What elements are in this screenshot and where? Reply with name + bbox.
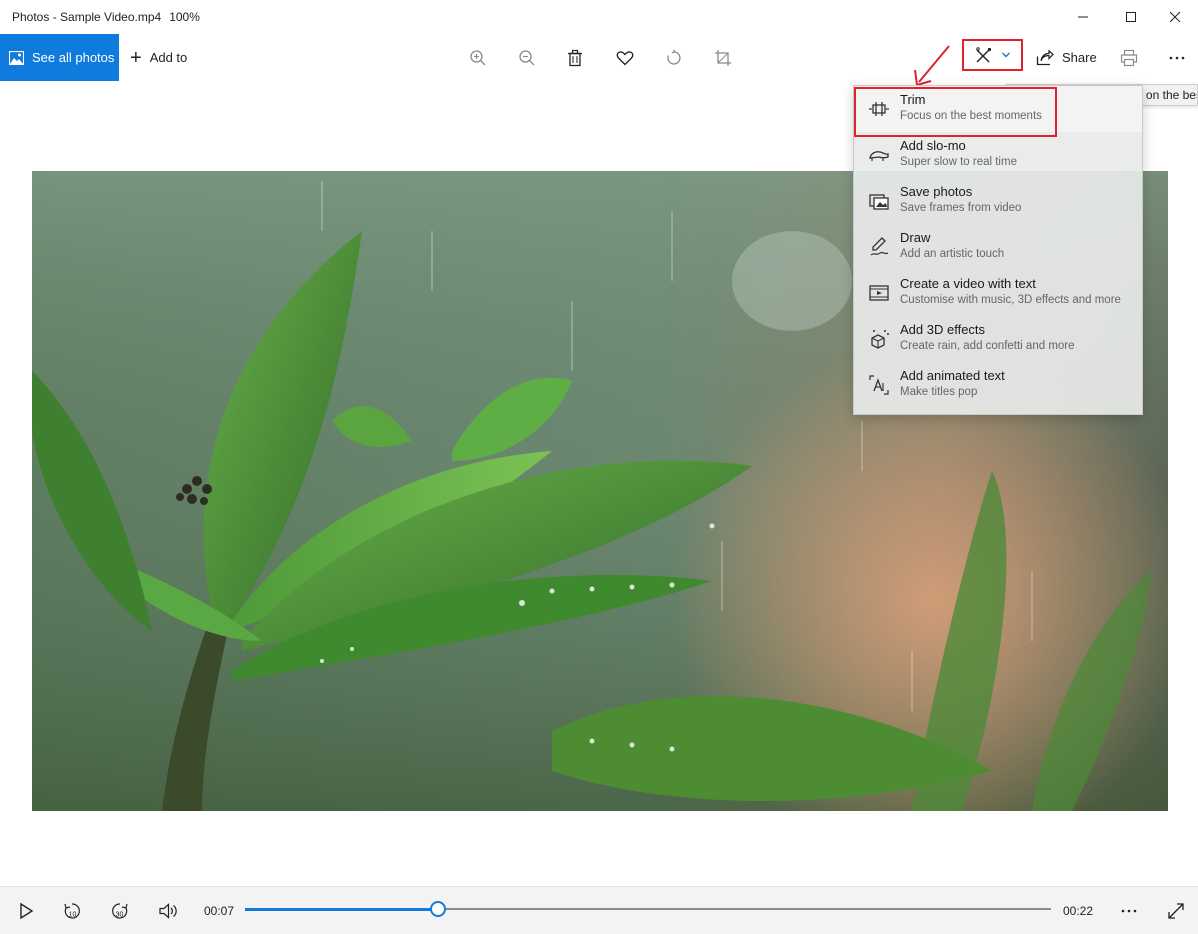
window-title: Photos - Sample Video.mp4 100%: [12, 10, 200, 24]
3d-effects-icon: [868, 328, 890, 350]
minimize-icon: [1078, 16, 1088, 18]
share-label: Share: [1062, 50, 1097, 65]
zoom-in-icon: [470, 50, 486, 66]
menu-item-title: Trim: [900, 92, 926, 107]
zoom-out-icon: [519, 50, 535, 66]
play-button[interactable]: [14, 899, 38, 923]
seek-bar-thumb[interactable]: [430, 901, 447, 917]
close-icon: [1169, 11, 1181, 23]
more-options-button[interactable]: [1164, 45, 1190, 71]
menu-item-subtitle: Focus on the best moments: [900, 110, 1042, 122]
volume-button[interactable]: [156, 899, 180, 923]
total-time: 00:22: [1063, 904, 1094, 918]
rotate-icon: [667, 49, 681, 65]
more-icon: [1169, 56, 1185, 60]
menu-item-subtitle: Make titles pop: [900, 386, 978, 398]
video-text-icon: [868, 282, 890, 304]
forward-seconds: 30: [116, 912, 124, 919]
menu-item-title: Draw: [900, 230, 931, 245]
playback-bar: 10 30 00:07 00:22: [0, 886, 1198, 934]
delete-button[interactable]: [562, 45, 588, 71]
share-button[interactable]: Share: [1036, 34, 1097, 81]
slo-mo-icon: [868, 144, 890, 166]
chevron-down-icon: [1001, 52, 1010, 58]
minimize-button[interactable]: [1060, 0, 1106, 34]
seek-bar[interactable]: [245, 901, 1051, 917]
edit-create-button[interactable]: [962, 39, 1023, 71]
window-title-text: Photos - Sample Video.mp4: [12, 10, 162, 24]
menu-item-add-3d-effects[interactable]: Add 3D effects Create rain, add confetti…: [854, 316, 1142, 362]
fullscreen-button[interactable]: [1164, 899, 1188, 923]
more-icon: [1121, 909, 1137, 913]
rewind-icon: 10: [64, 903, 80, 919]
menu-item-subtitle: Customise with music, 3D effects and mor…: [900, 294, 1121, 306]
menu-item-title: Add 3D effects: [900, 322, 986, 337]
seek-bar-progress: [245, 907, 439, 911]
animated-text-icon: [868, 374, 890, 396]
current-time: 00:07: [204, 904, 235, 918]
trash-icon: [568, 49, 582, 67]
menu-item-subtitle: Super slow to real time: [900, 156, 1017, 168]
title-bar: Photos - Sample Video.mp4 100%: [0, 0, 1198, 34]
rewind-seconds: 10: [69, 912, 77, 919]
printer-icon: [1120, 49, 1138, 67]
edit-create-menu: Trim Focus on the best moments Add slo-m…: [853, 85, 1143, 415]
menu-item-subtitle: Add an artistic touch: [900, 248, 1005, 260]
menu-item-title: Add animated text: [900, 368, 1005, 383]
crop-icon: [715, 50, 731, 66]
crop-button[interactable]: [710, 45, 736, 71]
see-all-photos-button[interactable]: See all photos: [0, 34, 119, 81]
fast-forward-icon: 30: [112, 903, 128, 919]
favorite-button[interactable]: [612, 45, 638, 71]
menu-item-draw[interactable]: Draw Add an artistic touch: [854, 224, 1142, 270]
zoom-level: 100%: [169, 10, 200, 24]
toolbar: See all photos + Add to Share: [0, 34, 1198, 81]
play-icon: [20, 902, 34, 920]
playback-more-button[interactable]: [1117, 899, 1141, 923]
zoom-out-button[interactable]: [514, 45, 540, 71]
fast-forward-button[interactable]: 30: [108, 899, 132, 923]
edit-create-icon: [975, 47, 991, 63]
menu-item-add-slo-mo[interactable]: Add slo-mo Super slow to real time: [854, 132, 1142, 178]
menu-item-trim[interactable]: Trim Focus on the best moments: [854, 86, 1142, 132]
rotate-button[interactable]: [661, 45, 687, 71]
menu-item-title: Add slo-mo: [900, 138, 966, 153]
menu-item-create-video-with-text[interactable]: Create a video with text Customise with …: [854, 270, 1142, 316]
add-to-button[interactable]: + Add to: [130, 34, 187, 81]
maximize-button[interactable]: [1108, 0, 1154, 34]
menu-item-save-photos[interactable]: Save photos Save frames from video: [854, 178, 1142, 224]
see-all-photos-label: See all photos: [32, 50, 115, 65]
trim-icon: [868, 98, 890, 120]
print-button[interactable]: [1116, 45, 1142, 71]
fullscreen-icon: [1168, 903, 1184, 919]
share-icon: [1036, 49, 1054, 65]
photo-gallery-icon: [9, 50, 24, 65]
plus-icon: +: [130, 46, 142, 69]
menu-item-subtitle: Create rain, add confetti and more: [900, 340, 1075, 352]
menu-item-subtitle: Save frames from video: [900, 202, 1022, 214]
menu-item-add-animated-text[interactable]: Add animated text Make titles pop: [854, 362, 1142, 408]
menu-item-title: Create a video with text: [900, 276, 1036, 291]
close-button[interactable]: [1152, 0, 1198, 34]
volume-icon: [159, 903, 177, 919]
zoom-in-button[interactable]: [465, 45, 491, 71]
save-photos-icon: [868, 190, 890, 212]
rewind-button[interactable]: 10: [60, 899, 84, 923]
maximize-icon: [1126, 12, 1136, 22]
menu-item-title: Save photos: [900, 184, 973, 199]
draw-icon: [868, 236, 890, 258]
heart-icon: [616, 51, 634, 66]
add-to-label: Add to: [149, 50, 188, 65]
